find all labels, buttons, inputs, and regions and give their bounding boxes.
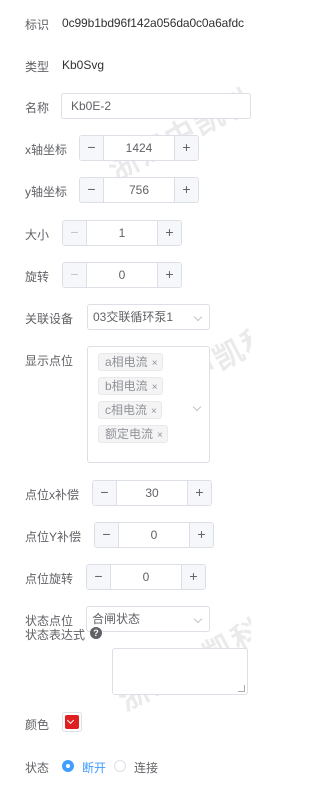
- point-y-offset-increase-button[interactable]: +: [189, 523, 213, 547]
- point-rotate-decrease-button[interactable]: −: [87, 565, 111, 589]
- rotate-stepper: − 0 +: [62, 262, 182, 288]
- points-multiselect[interactable]: a相电流 × b相电流 × c相电流 × 额定电流 ×: [87, 346, 210, 463]
- chevron-down-icon: [193, 312, 203, 322]
- y-stepper: − 756 +: [79, 177, 199, 203]
- point-rotate-label: 点位旋转: [25, 572, 74, 586]
- point-rotate-increase-button[interactable]: +: [181, 565, 205, 589]
- point-y-offset-label: 点位Y补偿: [25, 530, 82, 544]
- point-tag-label: b相电流: [105, 379, 148, 393]
- size-value[interactable]: 1: [87, 221, 157, 245]
- chevron-down-icon: [66, 716, 75, 725]
- point-rotate-stepper: − 0 +: [86, 564, 206, 590]
- name-input[interactable]: Kb0E-2: [61, 93, 251, 119]
- point-tag: 额定电流 ×: [98, 425, 168, 443]
- point-tag-label: 额定电流: [105, 427, 154, 441]
- device-select-value: 03交联循环泵1: [93, 310, 174, 324]
- close-icon[interactable]: ×: [152, 356, 158, 372]
- rotate-value[interactable]: 0: [87, 263, 157, 287]
- device-label: 关联设备: [25, 312, 74, 326]
- x-decrease-button[interactable]: −: [80, 136, 104, 160]
- y-increase-button[interactable]: +: [174, 178, 198, 202]
- y-label: y轴坐标: [25, 185, 68, 199]
- size-increase-button[interactable]: +: [157, 221, 181, 245]
- color-label: 颜色: [25, 718, 50, 732]
- close-icon[interactable]: ×: [151, 404, 157, 420]
- status-radio-open-label[interactable]: 断开: [82, 759, 106, 776]
- rotate-label: 旋转: [25, 270, 50, 284]
- resize-handle-icon[interactable]: [238, 685, 245, 692]
- status-label: 状态: [25, 761, 50, 775]
- point-rotate-value[interactable]: 0: [111, 565, 181, 589]
- x-value[interactable]: 1424: [104, 136, 174, 160]
- point-x-offset-label: 点位x补偿: [25, 488, 80, 502]
- status-expr-label: 状态表达式: [25, 628, 86, 642]
- x-stepper: − 1424 +: [79, 135, 199, 161]
- point-y-offset-decrease-button[interactable]: −: [95, 523, 119, 547]
- y-value[interactable]: 756: [104, 178, 174, 202]
- type-label: 类型: [25, 60, 50, 74]
- help-icon[interactable]: ?: [90, 627, 102, 639]
- properties-panel: 浙江中凯科 浙江中凯科 浙江中凯科 标识 0c99b1bd96f142a056d…: [0, 0, 251, 794]
- rotate-decrease-button[interactable]: −: [63, 263, 87, 287]
- point-x-offset-stepper: − 30 +: [92, 480, 212, 506]
- point-y-offset-stepper: − 0 +: [94, 522, 214, 548]
- chevron-down-icon: [192, 402, 202, 412]
- point-tag-label: a相电流: [105, 355, 148, 369]
- status-radio-connect-label[interactable]: 连接: [134, 759, 158, 776]
- points-label: 显示点位: [25, 354, 74, 368]
- size-stepper: − 1 +: [62, 220, 182, 246]
- point-tag-label: c相电流: [105, 403, 148, 417]
- point-x-offset-increase-button[interactable]: +: [187, 481, 211, 505]
- name-label: 名称: [25, 101, 50, 115]
- size-label: 大小: [25, 228, 50, 242]
- chevron-down-icon: [193, 614, 203, 624]
- size-decrease-button[interactable]: −: [63, 221, 87, 245]
- point-tag: c相电流 ×: [98, 401, 162, 419]
- status-point-select-value: 合闸状态: [92, 612, 141, 626]
- x-label: x轴坐标: [25, 143, 68, 157]
- device-select[interactable]: 03交联循环泵1: [87, 304, 210, 330]
- rotate-increase-button[interactable]: +: [157, 263, 181, 287]
- point-tag: b相电流 ×: [98, 377, 163, 395]
- color-picker[interactable]: [62, 712, 82, 732]
- status-radio-open[interactable]: [62, 760, 74, 772]
- id-label: 标识: [25, 18, 50, 32]
- point-x-offset-value[interactable]: 30: [117, 481, 187, 505]
- y-decrease-button[interactable]: −: [80, 178, 104, 202]
- point-x-offset-decrease-button[interactable]: −: [93, 481, 117, 505]
- close-icon[interactable]: ×: [157, 428, 163, 444]
- status-expr-textarea[interactable]: [112, 648, 248, 695]
- close-icon[interactable]: ×: [152, 380, 158, 396]
- point-tag: a相电流 ×: [98, 353, 163, 371]
- x-increase-button[interactable]: +: [174, 136, 198, 160]
- type-value: Kb0Svg: [62, 58, 105, 72]
- status-radio-connect[interactable]: [114, 760, 126, 772]
- color-swatch: [65, 715, 79, 729]
- status-point-select[interactable]: 合闸状态: [86, 606, 210, 632]
- point-y-offset-value[interactable]: 0: [119, 523, 189, 547]
- id-value: 0c99b1bd96f142a056da0c0a6afdc: [62, 16, 244, 30]
